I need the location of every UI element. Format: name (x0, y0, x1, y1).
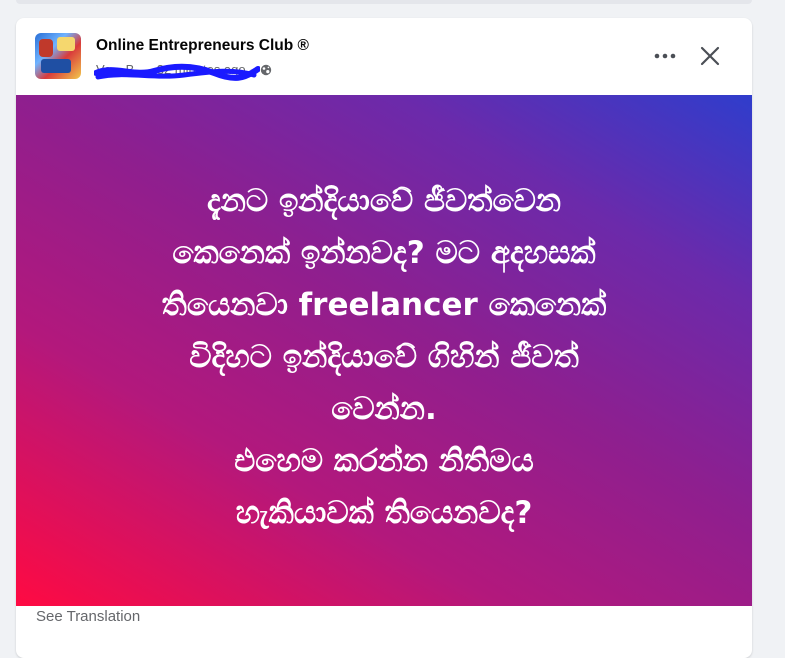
group-avatar[interactable] (35, 33, 81, 79)
close-icon (700, 46, 720, 66)
post-text-line: හැකියාවක් තියෙනවද? (235, 495, 533, 531)
see-translation-link[interactable]: See Translation (36, 608, 140, 625)
avatar-shape (39, 39, 53, 57)
post-text-line: වෙන්න. (331, 391, 437, 427)
group-name-link[interactable]: Online Entrepreneurs Club ® (96, 37, 309, 55)
post-meta: Ve... B... · 32 minutes ago · (94, 62, 272, 81)
meta-separator: · (249, 62, 254, 77)
avatar-shape (57, 37, 75, 51)
close-button[interactable] (696, 42, 724, 70)
registered-mark: ® (297, 37, 309, 54)
more-options-button[interactable] (650, 43, 680, 69)
post-header: Online Entrepreneurs Club ® Ve... B... ·… (16, 18, 752, 94)
post-text-line: එහෙම කරන්න නිතිමය (234, 443, 534, 479)
post-image-text: දැනට ඉන්දියාවේ ජීවත්වෙන කෙනෙක් ඉන්නවද? ම… (36, 175, 732, 539)
post-card: Online Entrepreneurs Club ® Ve... B... ·… (16, 18, 752, 658)
group-name: Online Entrepreneurs Club (96, 37, 294, 54)
avatar-shape (41, 59, 71, 73)
author-name-link[interactable]: Ve... B... (94, 62, 260, 81)
post-text-line: තියෙනවා freelancer කෙනෙක් (161, 287, 607, 323)
post-text-line: කෙනෙක් ඉන්නවද? මට අදහසක් (172, 235, 596, 271)
post-text-line: විදිහට ඉන්දියාවේ ගිහින් ජීවත් (189, 339, 579, 375)
meta-separator: · (148, 62, 154, 77)
post-text-line: දැනට ඉන්දියාවේ ජීවත්වෙන (206, 183, 562, 219)
post-timestamp[interactable]: 32 minutes ago (157, 62, 246, 77)
more-horizontal-icon (654, 53, 676, 59)
previous-post-edge (16, 0, 752, 4)
author-name: Ve... B... (96, 62, 146, 77)
globe-icon[interactable] (260, 64, 272, 76)
post-text-background[interactable]: දැනට ඉන්දියාවේ ජීවත්වෙන කෙනෙක් ඉන්නවද? ම… (16, 95, 752, 606)
